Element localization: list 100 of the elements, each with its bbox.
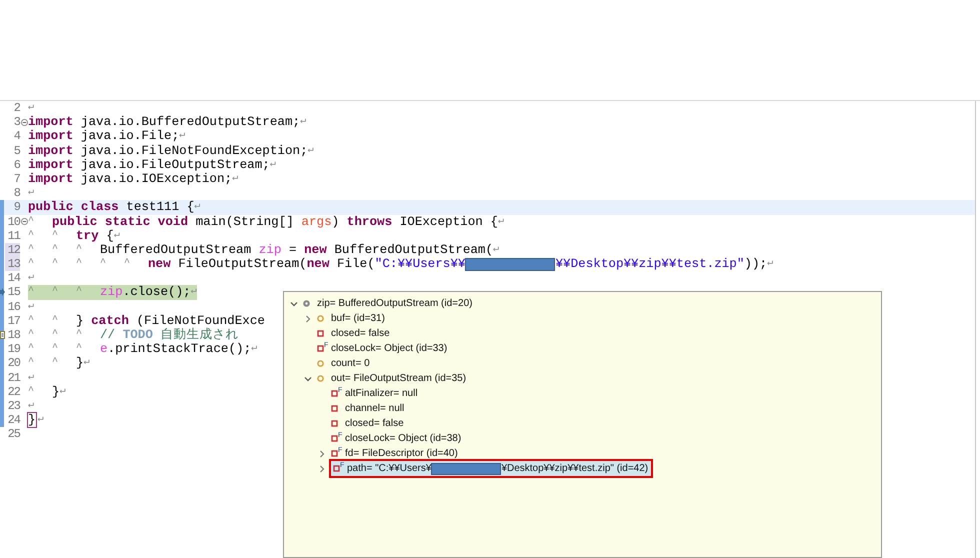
code-text: .printStackTrace(); xyxy=(108,342,252,356)
code-text: java.io.FileNotFoundException; xyxy=(80,144,308,158)
field-icon xyxy=(317,360,324,367)
line-end-mark: ↵ xyxy=(28,186,34,200)
tab-mark: ^ xyxy=(100,257,108,272)
code-text: { xyxy=(105,228,114,243)
keyword: import xyxy=(28,172,74,186)
line-end-mark: ↵ xyxy=(84,356,90,370)
string-literal: ¥¥Desktop¥¥zip¥¥test.zip" xyxy=(555,257,744,272)
code-text: (FileNotFoundExce xyxy=(135,314,265,328)
local-variable-icon xyxy=(303,300,310,307)
keyword: new xyxy=(306,257,330,272)
tab-mark: ^ xyxy=(52,228,60,243)
tab-mark: ^ xyxy=(28,314,36,328)
line-number: 17 xyxy=(6,314,20,328)
tab-mark: ^ xyxy=(52,257,60,272)
code-text: } xyxy=(76,356,84,371)
collapse-icon[interactable] xyxy=(21,118,28,126)
line-end-mark: ↵ xyxy=(190,285,197,300)
comment-text: 自動生成され xyxy=(159,328,238,342)
line-number: 16 xyxy=(6,300,20,314)
chevron-right-icon[interactable] xyxy=(318,450,326,458)
chevron-right-icon[interactable] xyxy=(318,464,326,472)
code-text: = xyxy=(288,242,298,258)
keyword: public static void xyxy=(52,214,188,229)
keyword: import xyxy=(28,115,74,130)
keyword: catch xyxy=(91,314,129,328)
keyword: import xyxy=(28,129,74,144)
code-text: ) xyxy=(332,214,340,229)
private-field-icon xyxy=(331,435,338,442)
tab-mark: ^ xyxy=(52,328,60,342)
variable-label: count= 0 xyxy=(331,358,370,369)
line-end-mark: ↵ xyxy=(38,413,44,428)
code-text: BufferedOutputStream( xyxy=(333,242,494,258)
line-number: 7 xyxy=(12,172,20,186)
tab-mark: ^ xyxy=(76,257,84,272)
variable-label: altFinalizer= null xyxy=(345,388,418,399)
todo-tag: TODO xyxy=(122,328,153,342)
line-end-mark: ↵ xyxy=(300,115,306,130)
variable-name: zip xyxy=(258,242,282,258)
line-number: 8 xyxy=(12,186,20,200)
tab-mark: ^ xyxy=(52,342,60,356)
parameter-name: args xyxy=(301,214,332,229)
line-number: 15 xyxy=(6,285,20,300)
line-number: 10 xyxy=(6,214,20,229)
line-end-mark: ↵ xyxy=(493,242,500,257)
line-number: 19 xyxy=(6,342,20,356)
tab-mark: ^ xyxy=(28,214,36,228)
line-end-mark: ↵ xyxy=(767,257,774,272)
chevron-down-icon[interactable] xyxy=(304,374,312,382)
tab-mark: ^ xyxy=(28,328,36,342)
variable-label: channel= null xyxy=(345,403,404,414)
code-text: java.io.FileOutputStream; xyxy=(80,158,270,172)
field-icon xyxy=(317,375,324,382)
line-end-mark: ↵ xyxy=(28,300,34,314)
tab-mark: ^ xyxy=(52,314,60,328)
line-number: 18 xyxy=(6,328,20,342)
tab-mark: ^ xyxy=(52,285,60,300)
comment-text: // xyxy=(100,328,116,342)
keyword: new xyxy=(304,242,327,258)
private-field-icon xyxy=(333,465,340,472)
line-end-mark: ↵ xyxy=(179,129,186,144)
line-number: 11 xyxy=(6,228,20,243)
variable-label: ¥Desktop¥¥zip¥¥test.zip" (id=42) xyxy=(501,463,648,474)
tab-mark: ^ xyxy=(124,257,132,272)
private-field-icon xyxy=(331,390,338,397)
variable-label: closeLock= Object (id=33) xyxy=(331,343,448,354)
code-text: java.io.IOException; xyxy=(80,172,232,186)
line-number: 22 xyxy=(6,384,20,399)
code-text: } xyxy=(52,384,60,399)
tab-mark: ^ xyxy=(76,342,84,356)
tab-mark: ^ xyxy=(28,384,36,399)
chevron-down-icon[interactable] xyxy=(290,300,298,308)
line-number: 23 xyxy=(6,398,20,414)
code-text: IOException { xyxy=(398,214,498,229)
keyword: public class xyxy=(28,200,119,215)
line-number: 2 xyxy=(12,101,20,116)
line-number: 13 xyxy=(5,257,20,272)
variable-name: zip xyxy=(100,285,123,300)
field-icon xyxy=(317,315,324,322)
code-text: BufferedOutputStream xyxy=(100,242,252,258)
line-end-mark: ↵ xyxy=(194,200,200,214)
code-text: .close(); xyxy=(122,285,191,300)
keyword: new xyxy=(148,257,171,272)
code-text: )); xyxy=(744,257,768,272)
tab-mark: ^ xyxy=(76,328,84,342)
variable-label: fd= FileDescriptor (id=40) xyxy=(345,448,458,459)
line-number: 3 xyxy=(12,115,20,130)
private-field-icon xyxy=(331,405,338,412)
tab-mark: ^ xyxy=(28,285,36,300)
line-number: 21 xyxy=(6,370,20,385)
tab-mark: ^ xyxy=(52,356,60,370)
line-end-mark: ↵ xyxy=(251,342,258,356)
collapse-icon[interactable] xyxy=(21,218,28,226)
line-number: 5 xyxy=(12,144,20,158)
variable-label: closed= false xyxy=(345,418,404,429)
tab-mark: ^ xyxy=(28,228,36,243)
chevron-right-icon[interactable] xyxy=(304,314,312,322)
line-number: 20 xyxy=(6,356,20,371)
line-end-mark: ↵ xyxy=(232,172,238,186)
